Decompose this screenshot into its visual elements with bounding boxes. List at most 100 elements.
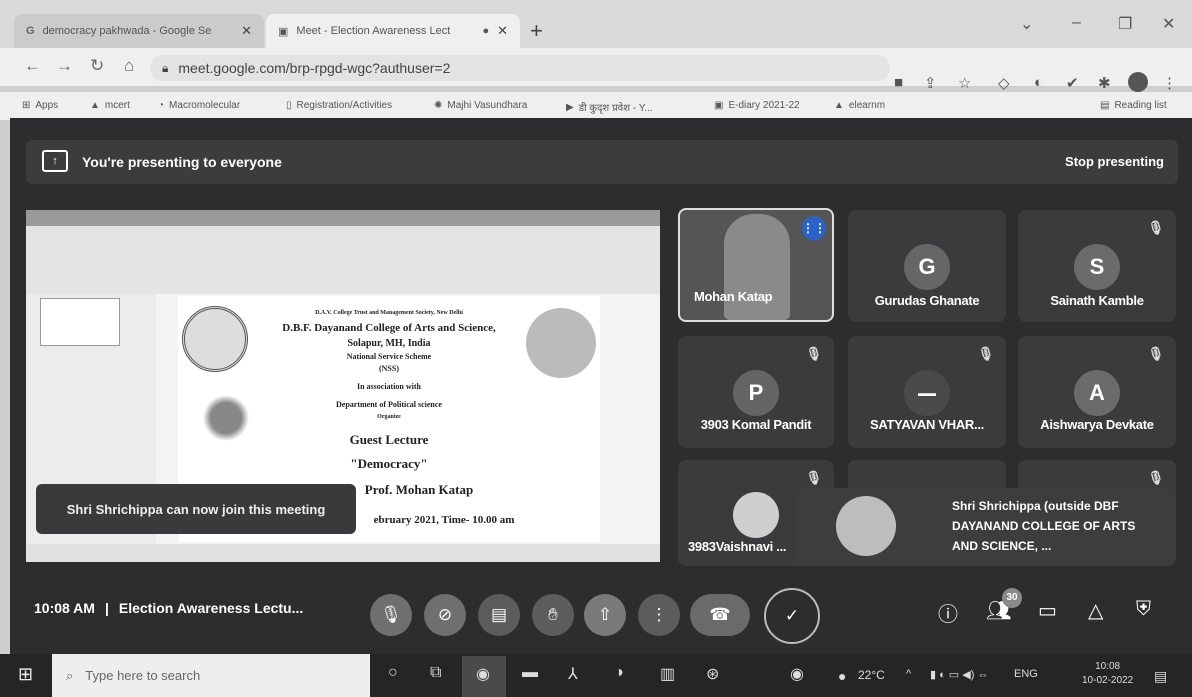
address-bar[interactable]: 🔒︎ meet.google.com/brp-rpgd-wgc?authuser… — [150, 55, 890, 81]
participant-count-badge: 30 — [1002, 588, 1022, 608]
present-icon: ↑ — [42, 150, 68, 172]
join-request-card[interactable]: Shri Shrichippa (outside DBF DAYANAND CO… — [796, 488, 1174, 566]
bookmark-elearnm[interactable]: ▲ elearnm — [834, 100, 885, 111]
tray-icons[interactable]: ▮ ◐ ▭ ◀) ⇔ — [930, 668, 988, 681]
image-icon: ▲ — [90, 100, 100, 111]
presenting-banner: ↑ You're presenting to everyone Stop pre… — [26, 140, 1178, 184]
host-controls-button[interactable]: ⛨ — [1136, 598, 1151, 621]
reload-icon[interactable]: ↻ — [90, 56, 104, 76]
tab-google-search[interactable]: G democracy pakhwada - Google Se ✕ — [14, 14, 264, 48]
participant-tile[interactable]: G Gurudas Ghanate — [848, 210, 1006, 322]
participant-name: 3903 Komal Pandit — [700, 417, 812, 432]
more-icon: ⋮ — [650, 605, 668, 624]
powerpoint-statusbar — [26, 544, 660, 562]
close-icon[interactable]: ✕ — [497, 23, 508, 39]
bookmark-mcert[interactable]: ▲ mcert — [90, 100, 130, 111]
check-icon[interactable]: ✔ — [1066, 74, 1079, 92]
search-icon: ⌕ — [66, 667, 74, 683]
extension-icon[interactable]: ◇ — [998, 74, 1010, 92]
cortana-icon[interactable]: ○ — [388, 664, 398, 682]
edge-icon[interactable]: ◑ — [614, 664, 624, 682]
store-icon[interactable]: ▥ — [660, 664, 675, 684]
camera-off-icon: ⊘ — [437, 605, 453, 624]
participant-tile[interactable]: 🎙︎ P 3903 Komal Pandit — [678, 336, 834, 448]
app-icon[interactable]: ⊛ — [706, 664, 719, 684]
notification-icon[interactable]: ▤ — [1154, 668, 1167, 685]
participant-name: Gurudas Ghanate — [874, 293, 980, 308]
participant-tile[interactable]: 🎙︎ A Aishwarya Devkate — [1018, 336, 1176, 448]
avatar: A — [1074, 370, 1120, 416]
bookmark-macromolecular[interactable]: ◔ Macromolecular — [158, 100, 240, 111]
participant-tile-video[interactable]: ⋮⋮ Mohan Katap — [678, 208, 834, 322]
avatar[interactable] — [1128, 72, 1148, 92]
pdf-icon[interactable]: ⅄ — [568, 664, 578, 684]
taskbar-clock[interactable]: 10:08 10-02-2022 — [1082, 660, 1133, 688]
extension-icon[interactable]: ◐ — [1034, 74, 1043, 91]
participant-tile[interactable]: 🎙︎ ▬▬ SATYAVAN VHAR... — [848, 336, 1006, 448]
reading-list-icon: ▤ — [1100, 100, 1110, 111]
windows-start-icon[interactable]: ⊞ — [18, 664, 33, 685]
weather-temp[interactable]: 22°C — [858, 668, 885, 682]
maximize-button[interactable]: ❐ — [1118, 14, 1132, 34]
tab-meet[interactable]: ▣ Meet - Election Awareness Lect ● ✕ — [266, 14, 520, 48]
check-button[interactable]: ✓ — [764, 588, 820, 644]
share-icon[interactable]: ⇪ — [924, 74, 937, 92]
meeting-info: 10:08 AM | Election Awareness Lectu... — [34, 600, 303, 616]
chat-button[interactable]: ▭ — [1038, 598, 1057, 623]
google-icon: G — [26, 25, 35, 37]
mic-off-icon: 🎙︎ — [1147, 220, 1164, 235]
puzzle-icon[interactable]: ✱ — [1098, 74, 1111, 92]
camera-icon[interactable]: ■ — [894, 74, 903, 91]
participant-tile[interactable]: 🎙︎ S Sainath Kamble — [1018, 210, 1176, 322]
leave-call-button[interactable]: ☎︎ — [690, 594, 750, 636]
chevron-down-icon[interactable]: ⌄ — [1020, 14, 1033, 34]
search-placeholder: Type here to search — [85, 668, 201, 683]
apps-icon: ⊞ — [22, 100, 31, 111]
activities-button[interactable]: △ — [1088, 598, 1103, 623]
chrome-icon[interactable]: ◉ — [790, 664, 804, 684]
stop-presenting-button[interactable]: Stop presenting — [1065, 154, 1164, 169]
doc-icon: ▯ — [286, 100, 292, 111]
home-icon[interactable]: ⌂ — [124, 56, 134, 76]
raise-hand-button[interactable]: ✋︎ — [532, 594, 574, 636]
mic-toggle-button[interactable]: 🎙︎ — [370, 594, 412, 636]
bookmark-registration[interactable]: ▯ Registration/Activities — [286, 100, 392, 111]
bookmark-apps[interactable]: ⊞ Apps — [22, 100, 58, 111]
present-button[interactable]: ⇧ — [584, 594, 626, 636]
slide-line: Organize — [377, 414, 401, 420]
info-button[interactable]: ⓘ — [938, 598, 958, 627]
present-icon: ⇧ — [597, 605, 613, 624]
more-options-button[interactable]: ⋮ — [638, 594, 680, 636]
back-icon[interactable]: ← — [24, 56, 41, 76]
mic-off-icon: 🎙︎ — [977, 346, 994, 361]
minimize-button[interactable]: – — [1072, 14, 1081, 32]
task-view-icon[interactable]: ⧉ — [430, 664, 441, 682]
menu-icon[interactable]: ⋮ — [1162, 74, 1177, 92]
lock-icon: 🔒︎ — [162, 60, 169, 75]
taskbar-search[interactable]: ⌕ Type here to search — [52, 654, 370, 697]
bookmark-reading-list[interactable]: ▤ Reading list — [1100, 100, 1167, 111]
file-explorer-icon[interactable]: ▬ — [522, 664, 538, 682]
chrome-icon: ◉ — [476, 666, 490, 683]
forward-icon[interactable]: → — [56, 56, 73, 76]
mic-off-icon: 🎙︎ — [805, 346, 822, 361]
bookmark-youtube[interactable]: ▶ डी कुदृश प्रवेश - Y... — [566, 100, 653, 115]
notification-text: Shri Shrichippa can now join this meetin… — [66, 501, 326, 517]
slide-thumbnail — [40, 298, 120, 346]
camera-toggle-button[interactable]: ⊘ — [424, 594, 466, 636]
speaking-icon: ⋮⋮ — [802, 216, 826, 240]
close-icon[interactable]: ✕ — [241, 23, 252, 39]
slide-line: Solapur, MH, India — [347, 338, 431, 349]
bookmark-ediary[interactable]: ▣ E-diary 2021-22 — [714, 100, 800, 111]
slide-line: D.A.V. College Trust and Management Soci… — [315, 310, 463, 316]
hand-icon: ✋︎ — [548, 605, 558, 624]
language-indicator[interactable]: ENG — [1014, 668, 1038, 680]
close-window-button[interactable]: ✕ — [1162, 14, 1175, 34]
new-tab-button[interactable]: + — [530, 18, 543, 44]
bookmark-majhi[interactable]: ✺ Majhi Vasundhara — [434, 100, 527, 111]
chevron-up-icon[interactable]: ^ — [906, 668, 911, 680]
star-icon[interactable]: ☆ — [958, 74, 971, 92]
captions-button[interactable]: ▤ — [478, 594, 520, 636]
avatar: S — [1074, 244, 1120, 290]
mic-off-icon: 🎙︎ — [1147, 346, 1164, 361]
